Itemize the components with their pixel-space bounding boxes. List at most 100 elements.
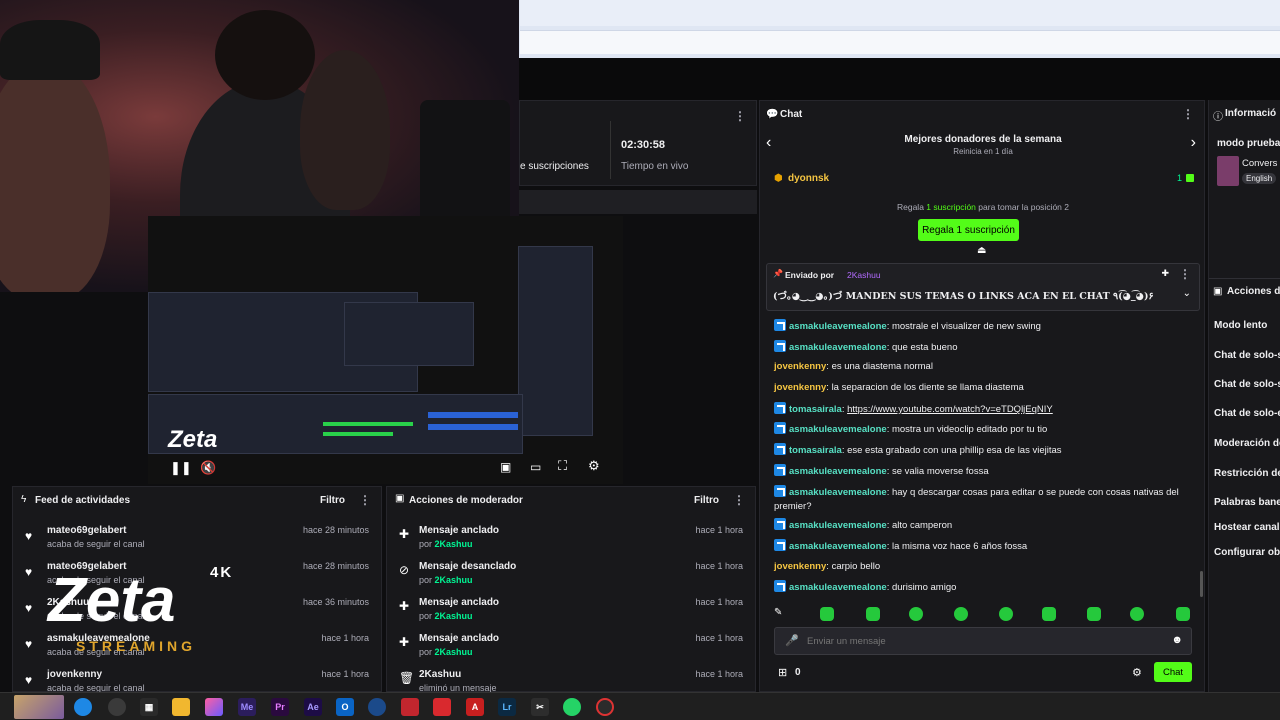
fullscreen-icon[interactable]: ⛶ bbox=[558, 458, 567, 474]
subs-label: e suscripciones bbox=[520, 161, 589, 172]
language-tag: English bbox=[1242, 173, 1277, 184]
chat-username[interactable]: asmakuleavemealone bbox=[789, 342, 887, 353]
obs-icon[interactable] bbox=[596, 698, 614, 716]
chat-username[interactable]: asmakuleavemealone bbox=[789, 424, 887, 435]
premiere-icon[interactable]: Pr bbox=[271, 698, 289, 716]
chat-username[interactable]: asmakuleavemealone bbox=[789, 466, 887, 477]
mic-icon[interactable]: 🎤 bbox=[785, 634, 799, 647]
theater-icon[interactable]: ▭ bbox=[530, 460, 541, 474]
outlook-icon[interactable]: O bbox=[336, 698, 354, 716]
action-emotes-only[interactable]: Chat de solo-e bbox=[1214, 408, 1280, 419]
chat-link[interactable]: https://www.youtube.com/watch?v=eTDQljEq… bbox=[847, 404, 1053, 415]
emote-icon[interactable] bbox=[866, 607, 880, 621]
chat-username[interactable]: jovenkenny bbox=[774, 382, 826, 393]
mute-icon[interactable]: 🔇 bbox=[200, 460, 216, 476]
action-subs-only[interactable]: Chat de solo-s bbox=[1214, 379, 1280, 390]
chat-username[interactable]: asmakuleavemealone bbox=[789, 321, 887, 332]
chat-username[interactable]: asmakuleavemealone bbox=[789, 520, 887, 531]
media-icon[interactable] bbox=[205, 698, 223, 716]
emote-icon[interactable] bbox=[909, 607, 923, 621]
stream-preview[interactable]: Zeta ❚❚ 🔇 ▣ ▭ ⛶ ⚙ bbox=[148, 216, 623, 484]
store-icon[interactable]: ▦ bbox=[140, 698, 158, 716]
chat-message: asmakuleavemealone: la misma voz hace 6 … bbox=[774, 539, 1194, 554]
chat-username[interactable]: tomasairala bbox=[789, 404, 842, 415]
action-moderation[interactable]: Moderación de bbox=[1214, 438, 1280, 449]
category-name: Convers bbox=[1242, 158, 1278, 169]
watermark-sub: STREAMING bbox=[76, 638, 196, 654]
chat-scrollbar[interactable] bbox=[1200, 571, 1203, 597]
emote-icon[interactable] bbox=[1087, 607, 1101, 621]
emote-icon[interactable] bbox=[1176, 607, 1190, 621]
action-slow-mode[interactable]: Modo lento bbox=[1214, 320, 1267, 331]
unpin-button-icon[interactable]: ✚ bbox=[1161, 268, 1169, 279]
whatsapp-icon[interactable] bbox=[563, 698, 581, 716]
capcut-icon[interactable]: ✂ bbox=[531, 698, 549, 716]
mod-item[interactable]: ⊘ Mensaje desanclado por 2Kashuu hace 1 … bbox=[399, 561, 749, 593]
globe-icon[interactable] bbox=[368, 698, 386, 716]
feed-item[interactable]: ♥ mateo69gelabert acaba de seguir el can… bbox=[25, 525, 375, 557]
collapse-icon[interactable]: ⏏ bbox=[977, 245, 986, 256]
chevron-down-icon[interactable]: ⌄ bbox=[1183, 288, 1191, 299]
action-restriction[interactable]: Restricción de bbox=[1214, 468, 1280, 479]
action-followers-only[interactable]: Chat de solo-so bbox=[1214, 350, 1280, 361]
chat-message: asmakuleavemealone: mostrale el visualiz… bbox=[774, 319, 1194, 334]
chat-username[interactable]: asmakuleavemealone bbox=[789, 582, 887, 593]
feed-menu-icon[interactable]: ⋮ bbox=[359, 493, 371, 507]
chat-username[interactable]: jovenkenny bbox=[774, 561, 826, 572]
action-banned-words[interactable]: Palabras banea bbox=[1214, 497, 1280, 508]
mod-actions-panel: ▣ Acciones de moderador Filtro ⋮ ✚ Mensa… bbox=[386, 486, 756, 693]
chat-username[interactable]: asmakuleavemealone bbox=[789, 487, 887, 498]
sub-badge-icon bbox=[774, 340, 786, 352]
security-icon[interactable] bbox=[401, 698, 419, 716]
pip-icon[interactable]: ▣ bbox=[500, 460, 511, 474]
emote-icon[interactable] bbox=[999, 607, 1013, 621]
stats-menu-icon[interactable]: ⋮ bbox=[734, 109, 746, 123]
leader-next-icon[interactable]: › bbox=[1191, 134, 1196, 152]
sub-badge-icon bbox=[774, 402, 786, 414]
desktop-thumbnail[interactable] bbox=[14, 695, 64, 719]
emote-icon[interactable] bbox=[820, 607, 834, 621]
feed-filter-button[interactable]: Filtro bbox=[320, 495, 345, 506]
send-chat-button[interactable]: Chat bbox=[1154, 662, 1192, 682]
pinned-by-user[interactable]: 2Kashuu bbox=[847, 270, 881, 280]
points-gift-icon[interactable]: ⊞ bbox=[778, 666, 787, 679]
chat-username[interactable]: asmakuleavemealone bbox=[789, 541, 887, 552]
chrome-icon[interactable] bbox=[108, 698, 126, 716]
after-effects-icon[interactable]: Ae bbox=[304, 698, 322, 716]
action-host-channel[interactable]: Hostear canal bbox=[1214, 522, 1280, 533]
media-encoder-icon[interactable]: Me bbox=[238, 698, 256, 716]
pause-icon[interactable]: ❚❚ bbox=[170, 460, 192, 476]
folder-icon[interactable] bbox=[172, 698, 190, 716]
top-user[interactable]: dyonnsk bbox=[788, 173, 829, 184]
action-configure[interactable]: Configurar obj bbox=[1214, 547, 1280, 558]
pinned-menu-icon[interactable]: ⋮ bbox=[1179, 267, 1191, 281]
send-label: Chat bbox=[1162, 666, 1184, 678]
acrobat-icon[interactable]: A bbox=[466, 698, 484, 716]
emote-icon[interactable] bbox=[1042, 607, 1056, 621]
chat-menu-icon[interactable]: ⋮ bbox=[1182, 107, 1194, 121]
mod-filter-button[interactable]: Filtro bbox=[694, 495, 719, 506]
browser-address-bar[interactable] bbox=[520, 30, 1280, 54]
mod-menu-icon[interactable]: ⋮ bbox=[733, 493, 745, 507]
mod-item[interactable]: ✚ Mensaje anclado por 2Kashuu hace 1 hor… bbox=[399, 525, 749, 557]
mod-item-by-user: 2Kashuu bbox=[434, 611, 473, 621]
pinned-text: (づ｡◕‿‿◕｡)づ MANDEN SUS TEMAS O LINKS ACA … bbox=[773, 291, 1154, 302]
chat-input[interactable] bbox=[807, 632, 1157, 650]
emoji-icon[interactable]: ☻ bbox=[1171, 634, 1183, 646]
emote-icon[interactable] bbox=[1130, 607, 1144, 621]
gift-sub-button[interactable]: Regala 1 suscripción bbox=[918, 219, 1019, 241]
chat-settings-icon[interactable]: ⚙ bbox=[1132, 666, 1142, 679]
lightroom-icon[interactable]: Lr bbox=[498, 698, 516, 716]
mod-item-by-prefix: por bbox=[419, 539, 433, 549]
mod-item[interactable]: ✚ Mensaje anclado por 2Kashuu hace 1 hor… bbox=[399, 633, 749, 665]
chat-username[interactable]: jovenkenny bbox=[774, 361, 826, 372]
chat-username[interactable]: tomasairala bbox=[789, 445, 842, 456]
emote-pick-icon[interactable]: ✎ bbox=[774, 607, 782, 618]
chat-input-box[interactable]: 🎤 ☻ bbox=[774, 627, 1192, 655]
settings-icon[interactable]: ⚙ bbox=[588, 458, 600, 474]
mod-item[interactable]: ✚ Mensaje anclado por 2Kashuu hace 1 hor… bbox=[399, 597, 749, 629]
emote-icon[interactable] bbox=[954, 607, 968, 621]
anydesk-icon[interactable] bbox=[433, 698, 451, 716]
edge-icon[interactable] bbox=[74, 698, 92, 716]
mod-item-by-user: 2Kashuu bbox=[434, 647, 473, 657]
